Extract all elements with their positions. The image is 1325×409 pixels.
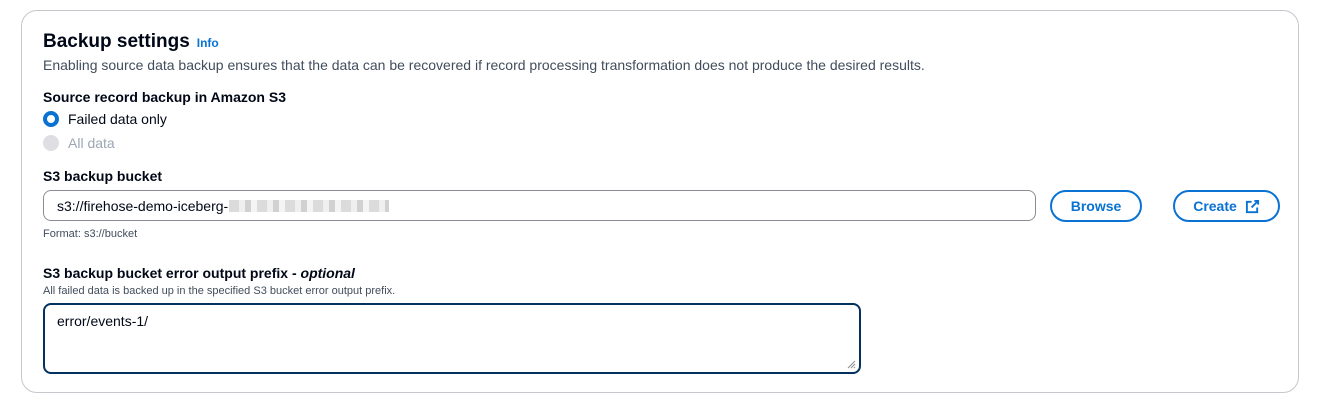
source-backup-label: Source record backup in Amazon S3 [43, 89, 286, 105]
bucket-input[interactable]: s3://firehose-demo-iceberg- [43, 190, 1036, 221]
external-link-icon [1245, 199, 1259, 213]
radio-label-all-data: All data [68, 135, 115, 151]
create-button[interactable]: Create [1173, 190, 1280, 222]
prefix-label: S3 backup bucket error output prefix - o… [43, 265, 355, 281]
browse-button[interactable]: Browse [1050, 190, 1142, 222]
backup-settings-panel: Backup settings Info Enabling source dat… [21, 10, 1299, 393]
resize-handle-icon[interactable] [846, 359, 856, 369]
info-link[interactable]: Info [197, 36, 219, 50]
bucket-input-value: s3://firehose-demo-iceberg- [57, 197, 229, 214]
radio-label-failed-data-only: Failed data only [68, 111, 167, 127]
browse-button-label: Browse [1070, 198, 1122, 214]
section-description: Enabling source data backup ensures that… [43, 57, 925, 73]
radio-disabled-icon [43, 135, 59, 151]
bucket-format-hint: Format: s3://bucket [43, 228, 138, 240]
create-button-label: Create [1193, 198, 1237, 214]
optional-label: optional [300, 265, 355, 281]
bucket-label: S3 backup bucket [43, 168, 163, 184]
redacted-text [229, 199, 390, 212]
section-title: Backup settings [43, 31, 190, 52]
radio-failed-data-only[interactable]: Failed data only [43, 111, 167, 127]
section-header: Backup settings Info [43, 31, 219, 53]
prefix-label-separator: - [291, 265, 297, 281]
prefix-description: All failed data is backed up in the spec… [43, 285, 396, 297]
radio-selected-icon[interactable] [43, 111, 59, 127]
prefix-textarea-value: error/events-1/ [57, 313, 149, 329]
prefix-textarea[interactable]: error/events-1/ [43, 303, 861, 374]
radio-all-data[interactable]: All data [43, 135, 115, 151]
prefix-label-text: S3 backup bucket error output prefix [43, 265, 289, 281]
